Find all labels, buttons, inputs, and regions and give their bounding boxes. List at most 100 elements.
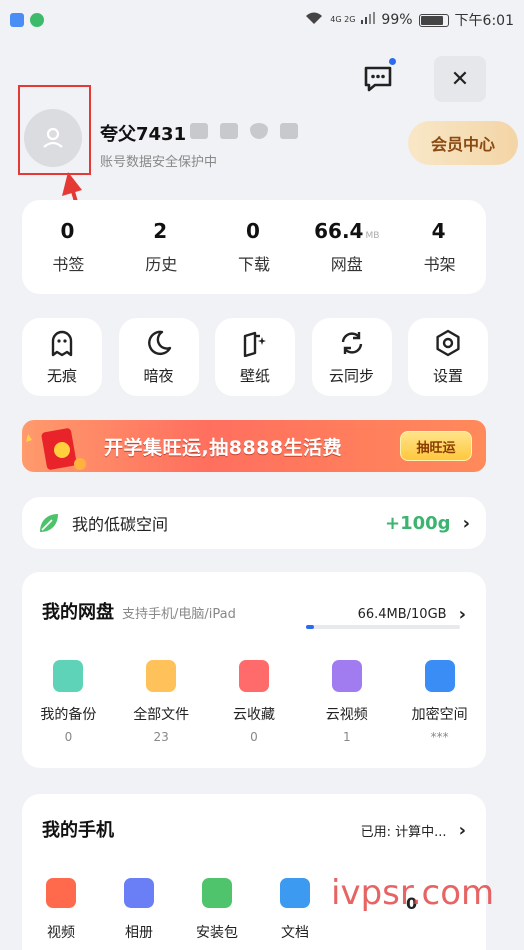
stat-value: 66.4 <box>314 219 364 243</box>
phone-usage: 已用: 计算中... <box>360 825 447 840</box>
stat-downloads[interactable]: 0 下载 <box>208 200 301 294</box>
cloud-title: 我的网盘 <box>42 602 114 623</box>
phone-item-label: 文档 <box>281 925 309 941</box>
cloud-item-secure[interactable]: 加密空间 *** <box>393 660 486 744</box>
stat-cloud-disk[interactable]: 66.4 MB 网盘 <box>300 200 393 294</box>
stat-label: 历史 <box>145 255 178 274</box>
ghost-icon <box>51 330 73 356</box>
tool-label: 暗夜 <box>143 366 174 385</box>
sync-icon <box>341 331 362 354</box>
stats-card: 0 书签 2 历史 0 下载 66.4 MB 网盘 4 书架 <box>22 200 486 294</box>
cloud-usage-link[interactable]: 66.4MB/10GB › <box>358 604 466 625</box>
quick-tools: 无痕 暗夜 壁纸 云同步 设置 <box>22 318 488 396</box>
stat-bookmarks[interactable]: 0 书签 <box>22 200 115 294</box>
chevron-right-icon: › <box>462 512 470 534</box>
phone-item-docs[interactable]: 文档 <box>256 878 334 942</box>
banner-text: 开学集旺运,抽8888生活费 <box>104 436 343 459</box>
tool-wallpaper[interactable]: 壁纸 <box>215 318 295 396</box>
banner-button[interactable]: 抽旺运 <box>400 431 472 461</box>
cloud-item-backup[interactable]: 我的备份 0 <box>22 660 115 744</box>
cloud-item-favorites[interactable]: 云收藏 0 <box>208 660 301 744</box>
stat-label: 书架 <box>423 255 456 274</box>
account-status: 账号数据安全保护中 <box>100 155 218 170</box>
cloud-item-label: 云收藏 <box>232 707 275 723</box>
clock: 下午6:01 <box>454 13 514 29</box>
phone-item-album[interactable]: 相册 <box>100 878 178 942</box>
phone-item-label: 相册 <box>125 925 153 941</box>
unread-dot <box>389 58 396 65</box>
storage-progress-fill <box>306 625 314 629</box>
storage-progress <box>306 625 460 629</box>
stat-history[interactable]: 2 历史 <box>115 200 208 294</box>
chat-notification-icon <box>30 13 44 27</box>
backup-icon <box>53 660 84 692</box>
settings-icon <box>436 329 460 356</box>
tool-cloud-sync[interactable]: 云同步 <box>311 318 392 396</box>
cloud-item-all-files[interactable]: 全部文件 23 <box>115 660 208 744</box>
cloud-disk-card: 我的网盘 支持手机/电脑/iPad 66.4MB/10GB › 我的备份 0 全… <box>22 572 486 768</box>
phone-item-video[interactable]: 视频 <box>22 878 100 942</box>
status-bar: 4G 2G 99% 下午6:01 <box>0 0 524 40</box>
stat-value: 2 <box>153 219 168 243</box>
cloud-item-label: 我的备份 <box>40 707 97 723</box>
lock-icon <box>424 660 455 692</box>
stat-label: 网盘 <box>330 255 363 274</box>
carbon-value: +100g <box>385 512 451 534</box>
cloud-item-count: 23 <box>153 730 169 744</box>
cloud-item-count: 0 <box>250 730 258 744</box>
stat-value: 0 <box>246 219 260 243</box>
user-icon <box>43 127 63 148</box>
tool-label: 壁纸 <box>239 366 270 385</box>
wifi-icon <box>304 11 324 29</box>
username[interactable]: 夸父7431 <box>100 120 186 146</box>
cloud-item-label: 全部文件 <box>133 707 190 723</box>
red-envelope-icon <box>22 420 88 472</box>
document-icon <box>280 878 310 908</box>
vip-badge-icon <box>250 123 268 139</box>
signal-icon <box>361 12 376 28</box>
vip-center-button[interactable]: 会员中心 <box>408 121 518 165</box>
cloud-items: 我的备份 0 全部文件 23 云收藏 0 云视频 1 加密空间 *** <box>22 660 486 744</box>
cloud-item-count: 0 <box>64 730 73 744</box>
battery-percent: 99% <box>381 12 413 28</box>
wallpaper-icon <box>243 331 266 357</box>
video-icon <box>46 878 76 908</box>
cloud-subtitle: 支持手机/电脑/iPad <box>122 607 236 622</box>
file-badge-icon <box>220 123 238 139</box>
tool-incognito[interactable]: 无痕 <box>22 318 102 396</box>
user-badges <box>190 123 298 139</box>
phone-usage-link[interactable]: 已用: 计算中... › <box>361 820 466 841</box>
cloud-video-icon <box>331 660 362 692</box>
watermark-text: ivpsr.com <box>331 873 495 913</box>
stat-value: 0 <box>60 219 75 243</box>
tool-label: 设置 <box>432 366 463 385</box>
avatar[interactable] <box>24 109 82 167</box>
folder-icon <box>146 660 177 692</box>
android-icon <box>202 878 232 908</box>
phone-item-label: 视频 <box>47 925 75 941</box>
leaf-icon <box>40 514 58 532</box>
promo-banner[interactable]: 开学集旺运,抽8888生活费 抽旺运 <box>22 420 486 472</box>
album-icon <box>124 878 154 908</box>
phone-item-apk[interactable]: 安装包 <box>178 878 256 942</box>
cloud-item-count: *** <box>430 730 449 744</box>
cloud-item-video[interactable]: 云视频 1 <box>300 660 393 744</box>
stat-unit: MB <box>365 231 380 241</box>
tool-night-mode[interactable]: 暗夜 <box>118 318 199 396</box>
stat-label: 书签 <box>52 255 85 274</box>
stat-bookshelf[interactable]: 4 书架 <box>393 200 486 294</box>
stat-value: 4 <box>431 219 446 243</box>
chevron-right-icon: › <box>458 820 466 841</box>
network-indicator: 4G 2G <box>330 15 356 24</box>
low-carbon-row[interactable]: 我的低碳空间 +100g › <box>22 497 486 549</box>
carbon-label: 我的低碳空间 <box>72 515 169 534</box>
cloud-usage: 66.4MB/10GB <box>357 607 447 622</box>
profile-header: 夸父7431 账号数据安全保护中 会员中心 <box>18 85 518 180</box>
app-notification-icon <box>10 13 24 27</box>
cloud-badge-icon <box>190 123 208 139</box>
tool-label: 云同步 <box>328 366 374 385</box>
my-phone-card: 我的手机 已用: 计算中... › 视频 相册 安装包 文档 0 <box>22 794 486 950</box>
tool-settings[interactable]: 设置 <box>408 318 488 396</box>
cloud-item-label: 云视频 <box>325 707 368 723</box>
tool-label: 无痕 <box>46 366 77 385</box>
